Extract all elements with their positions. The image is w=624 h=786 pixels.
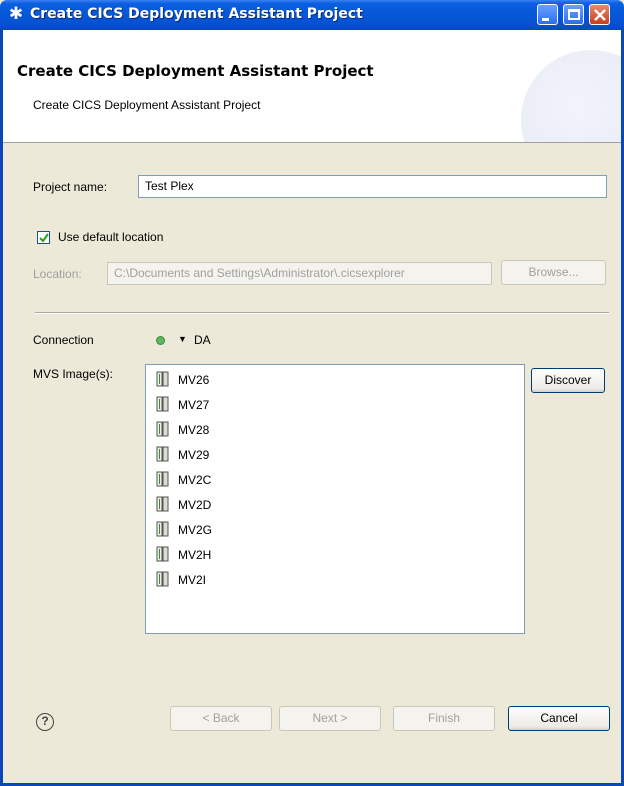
location-label: Location: (33, 267, 82, 281)
mvs-system-icon (156, 446, 169, 462)
next-button[interactable]: Next > (279, 706, 381, 731)
finish-button[interactable]: Finish (393, 706, 495, 731)
minimize-button[interactable] (537, 4, 558, 25)
mvs-image-name: MV27 (178, 398, 210, 412)
wizard-banner: Create CICS Deployment Assistant Project… (3, 30, 621, 143)
cancel-button[interactable]: Cancel (508, 706, 610, 731)
close-icon (594, 9, 606, 21)
maximize-button[interactable] (563, 4, 584, 25)
separator (35, 312, 609, 314)
mvs-system-icon (156, 496, 169, 512)
mvs-image-name: MV29 (178, 448, 210, 462)
location-input[interactable]: C:\Documents and Settings\Administrator\… (107, 262, 492, 285)
dialog-window: ✱ Create CICS Deployment Assistant Proje… (0, 0, 624, 786)
mvs-image-name: MV2D (178, 498, 212, 512)
dialog-body: Create CICS Deployment Assistant Project… (0, 30, 624, 786)
title-bar[interactable]: ✱ Create CICS Deployment Assistant Proje… (0, 0, 624, 30)
mvs-images-label: MVS Image(s): (33, 367, 114, 381)
browse-button[interactable]: Browse... (501, 260, 606, 285)
wizard-page-description: Create CICS Deployment Assistant Project (33, 98, 261, 112)
back-button[interactable]: < Back (170, 706, 272, 731)
wizard-page-title: Create CICS Deployment Assistant Project (17, 62, 374, 80)
mvs-images-list[interactable]: MV26 MV27 MV28 MV29 MV2C MV2D MV2G MV2H MV2I (145, 364, 525, 634)
project-name-label: Project name: (33, 180, 108, 194)
mvs-image-name: MV26 (178, 373, 210, 387)
mvs-system-icon (156, 571, 169, 587)
mvs-image-name: MV2G (178, 523, 213, 537)
mvs-image-name: MV2I (178, 573, 207, 587)
use-default-location-checkbox[interactable] (37, 231, 50, 244)
connection-status-icon (156, 336, 165, 345)
minimize-icon (542, 18, 549, 21)
mvs-system-icon (156, 421, 169, 437)
discover-button[interactable]: Discover (531, 368, 605, 393)
connection-label: Connection (33, 333, 94, 347)
mvs-image-name: MV28 (178, 423, 210, 437)
mvs-system-icon (156, 546, 169, 562)
project-name-input[interactable]: Test Plex (138, 175, 607, 198)
mvs-system-icon (156, 471, 169, 487)
connection-value[interactable]: DA (194, 333, 211, 347)
mvs-system-icon (156, 396, 169, 412)
close-button[interactable] (589, 4, 610, 25)
mvs-system-icon (156, 521, 169, 537)
mvs-system-icon (156, 371, 169, 387)
banner-decoration (521, 50, 621, 142)
maximize-icon (568, 9, 580, 20)
star-icon: ✱ (8, 4, 24, 23)
mvs-image-name: MV2H (178, 548, 212, 562)
checkmark-icon (39, 233, 49, 243)
help-icon[interactable]: ? (36, 713, 54, 731)
chevron-down-icon[interactable]: ▼ (178, 334, 187, 344)
use-default-location-label: Use default location (58, 230, 164, 244)
mvs-image-name: MV2C (178, 473, 212, 487)
window-title: Create CICS Deployment Assistant Project (30, 6, 363, 22)
